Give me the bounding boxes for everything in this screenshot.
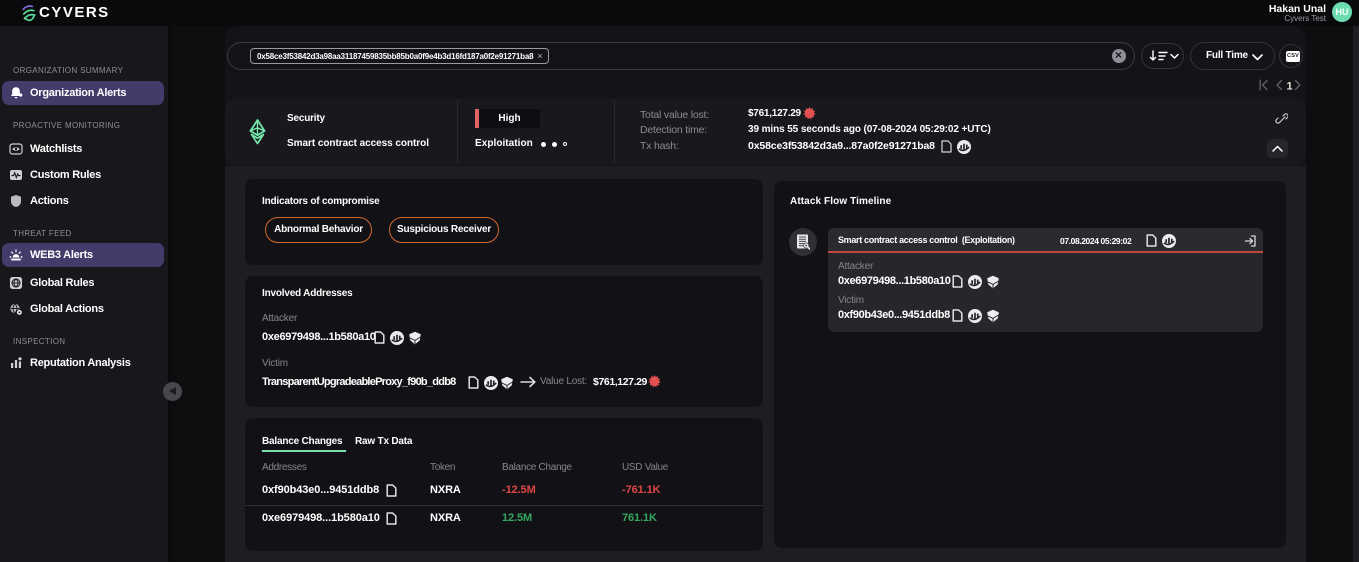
svg-text:1: 1 [1287, 80, 1293, 92]
